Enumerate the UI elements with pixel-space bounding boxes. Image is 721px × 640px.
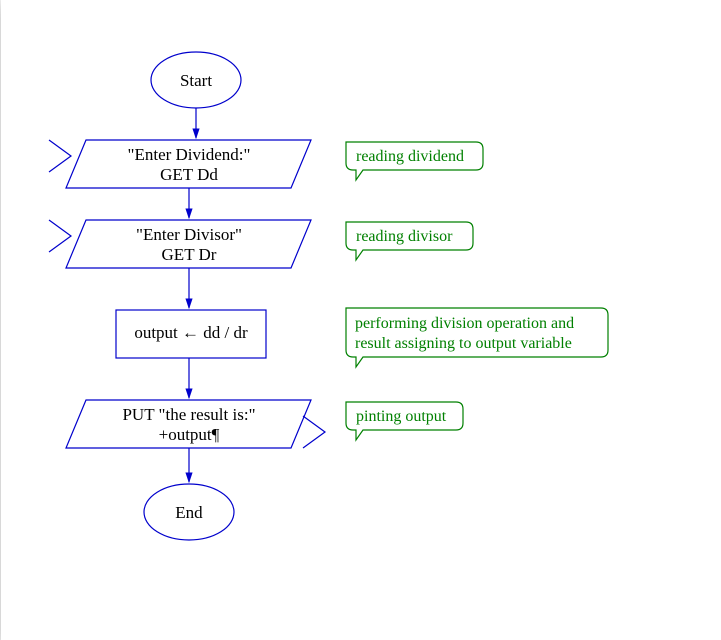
annot3-line2: result assigning to output variable	[355, 335, 572, 352]
input-arrow-2	[49, 220, 71, 252]
step2-line2: GET Dr	[161, 245, 216, 264]
step1-line1: "Enter Dividend:"	[127, 145, 250, 164]
annot1-text: reading dividend	[356, 148, 464, 165]
step3-text: output ← dd / dr	[134, 323, 248, 342]
step2-line1: "Enter Divisor"	[136, 225, 242, 244]
step1-line2: GET Dd	[160, 165, 218, 184]
step4-line2: +output¶	[158, 425, 219, 444]
step4-line1: PUT "the result is:"	[122, 405, 255, 424]
annot3-line1: performing division operation and	[355, 315, 574, 332]
annot4-text: pinting output	[356, 408, 447, 425]
start-label: Start	[179, 71, 211, 90]
diagram-frame: Start "Enter Dividend:" GET Dd reading d…	[1, 0, 721, 640]
input-arrow-1	[49, 140, 71, 172]
flowchart-svg: Start "Enter Dividend:" GET Dd reading d…	[21, 20, 701, 620]
end-label: End	[175, 503, 203, 522]
output-arrow	[303, 416, 325, 448]
annot2-text: reading divisor	[356, 228, 453, 245]
